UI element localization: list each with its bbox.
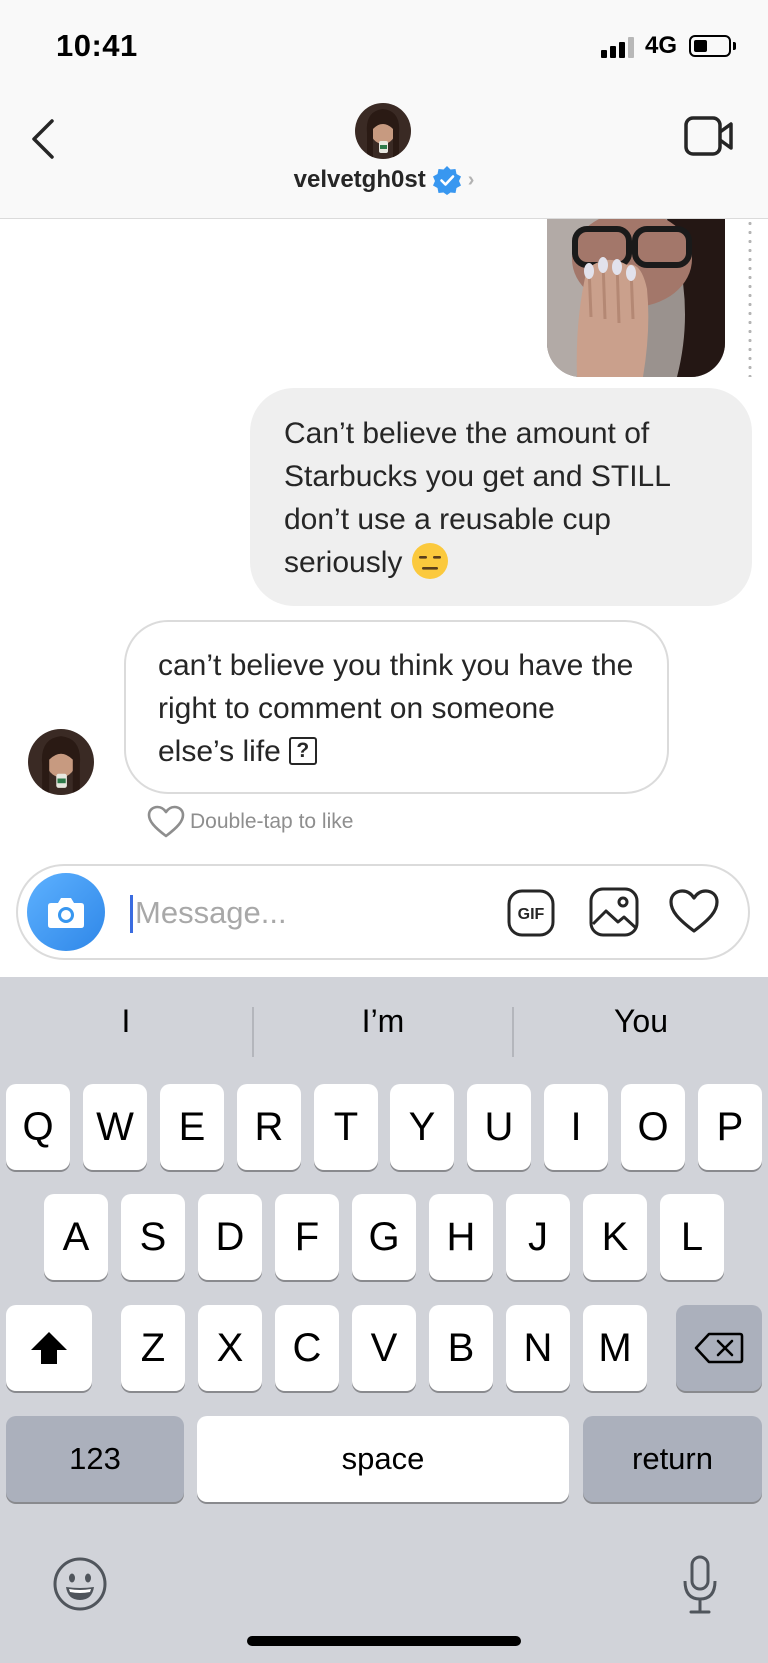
camera-button[interactable] xyxy=(27,873,105,951)
key-m[interactable]: M xyxy=(583,1305,647,1391)
key-y[interactable]: Y xyxy=(390,1084,454,1170)
incoming-message-text: can’t believe you think you have the rig… xyxy=(158,649,634,768)
signal-strength-icon xyxy=(601,36,635,58)
key-k[interactable]: K xyxy=(583,1194,647,1280)
avatar-image xyxy=(355,103,411,159)
message-thread-indicator xyxy=(748,219,752,377)
video-call-button[interactable] xyxy=(683,115,735,157)
sender-avatar[interactable] xyxy=(28,729,94,795)
return-key[interactable]: return xyxy=(583,1416,762,1502)
double-tap-like-hint[interactable]: Double-tap to like xyxy=(146,805,353,839)
unknown-character-glyph: ? xyxy=(288,737,317,766)
photo-thumbnail xyxy=(547,219,725,377)
chevron-right-icon: › xyxy=(467,168,475,191)
key-v[interactable]: V xyxy=(352,1305,416,1391)
chat-title[interactable]: velvetgh0st › xyxy=(0,165,768,195)
key-z[interactable]: Z xyxy=(121,1305,185,1391)
heart-outline-icon xyxy=(147,805,185,838)
suggestion-1[interactable]: I xyxy=(0,977,252,1065)
key-l[interactable]: L xyxy=(660,1194,724,1280)
network-type: 4G xyxy=(645,32,678,59)
gif-label: GIF xyxy=(518,906,545,923)
dictation-button[interactable] xyxy=(680,1555,720,1615)
photo-gallery-icon xyxy=(589,887,639,937)
shift-arrow-icon xyxy=(31,1332,67,1364)
gif-button[interactable]: GIF xyxy=(506,888,556,938)
key-i[interactable]: I xyxy=(544,1084,608,1170)
key-u[interactable]: U xyxy=(467,1084,531,1170)
key-o[interactable]: O xyxy=(621,1084,685,1170)
battery-cap xyxy=(733,42,736,50)
verified-badge-icon xyxy=(432,166,461,195)
key-n[interactable]: N xyxy=(506,1305,570,1391)
key-x[interactable]: X xyxy=(198,1305,262,1391)
key-p[interactable]: P xyxy=(698,1084,762,1170)
gallery-button[interactable] xyxy=(588,886,640,938)
status-time: 10:41 xyxy=(56,28,138,63)
backspace-icon xyxy=(694,1332,744,1364)
key-t[interactable]: T xyxy=(314,1084,378,1170)
outgoing-message-text: Can’t believe the amount of Starbucks yo… xyxy=(284,417,670,579)
status-bar: 10:41 4G xyxy=(0,0,768,95)
message-composer: GIF xyxy=(16,864,750,960)
expressionless-face-icon xyxy=(411,543,448,580)
like-hint-text: Double-tap to like xyxy=(190,810,354,833)
outgoing-message-bubble[interactable]: Can’t believe the amount of Starbucks yo… xyxy=(250,388,752,606)
key-r[interactable]: R xyxy=(237,1084,301,1170)
key-w[interactable]: W xyxy=(83,1084,147,1170)
home-indicator[interactable] xyxy=(247,1636,521,1646)
key-g[interactable]: G xyxy=(352,1194,416,1280)
chevron-left-icon xyxy=(32,119,54,159)
header-username: velvetgh0st xyxy=(293,166,426,193)
video-camera-icon xyxy=(684,116,733,156)
key-j[interactable]: J xyxy=(506,1194,570,1280)
camera-icon xyxy=(48,898,84,928)
suggestion-2[interactable]: I’m xyxy=(254,977,512,1065)
photo-message[interactable] xyxy=(547,219,725,377)
microphone-icon xyxy=(683,1555,717,1614)
emoji-face-icon xyxy=(53,1557,107,1611)
key-d[interactable]: D xyxy=(198,1194,262,1280)
delete-key[interactable] xyxy=(676,1305,762,1391)
message-input[interactable] xyxy=(135,890,465,936)
battery-icon xyxy=(689,35,731,57)
shift-key[interactable] xyxy=(6,1305,92,1391)
incoming-message-bubble[interactable]: can’t believe you think you have the rig… xyxy=(124,620,669,794)
avatar-image xyxy=(28,729,94,795)
emoji-keyboard-button[interactable] xyxy=(52,1556,108,1612)
header-avatar[interactable] xyxy=(355,103,411,159)
back-button[interactable] xyxy=(22,113,66,163)
heart-icon xyxy=(669,889,719,933)
key-a[interactable]: A xyxy=(44,1194,108,1280)
key-h[interactable]: H xyxy=(429,1194,493,1280)
numbers-key[interactable]: 123 xyxy=(6,1416,184,1502)
key-q[interactable]: Q xyxy=(6,1084,70,1170)
text-cursor xyxy=(130,895,133,933)
gif-icon: GIF xyxy=(507,889,555,937)
chat-header: velvetgh0st › xyxy=(0,95,768,219)
key-c[interactable]: C xyxy=(275,1305,339,1391)
suggestion-3[interactable]: You xyxy=(514,977,768,1065)
key-s[interactable]: S xyxy=(121,1194,185,1280)
key-f[interactable]: F xyxy=(275,1194,339,1280)
key-e[interactable]: E xyxy=(160,1084,224,1170)
heart-button[interactable] xyxy=(668,888,720,936)
space-key[interactable]: space xyxy=(197,1416,569,1502)
key-b[interactable]: B xyxy=(429,1305,493,1391)
